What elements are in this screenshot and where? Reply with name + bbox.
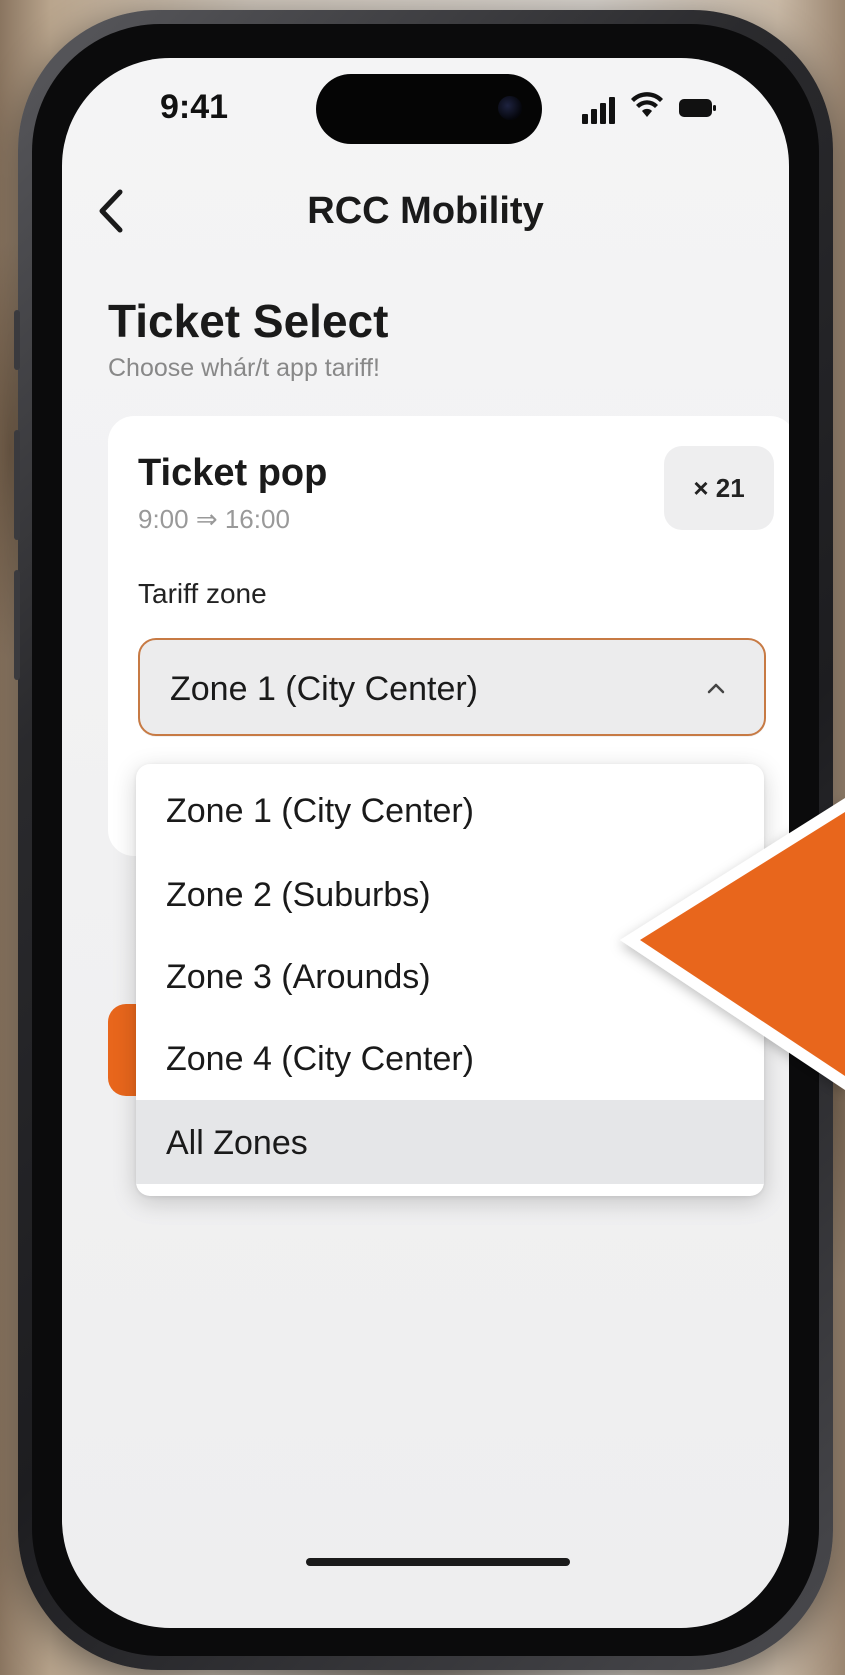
- quantity-badge[interactable]: × 21: [664, 446, 774, 530]
- ticket-name: Ticket pop: [138, 452, 328, 494]
- wifi-icon: [631, 92, 663, 117]
- home-indicator[interactable]: [306, 1558, 570, 1566]
- battery-icon: [679, 99, 716, 117]
- action-button: [14, 310, 20, 370]
- page-subtitle: Choose whár/t app tariff!: [108, 354, 380, 382]
- ticket-time-range: 9:00 ⇒ 16:00: [138, 504, 290, 534]
- page-title: Ticket Select: [108, 295, 389, 347]
- nav-bar: RCC Mobility: [62, 178, 789, 248]
- camera-icon: [498, 96, 522, 120]
- nav-title: RCC Mobility: [307, 190, 544, 232]
- status-time: 9:41: [160, 88, 229, 126]
- tariff-zone-select[interactable]: Zone 1 (City Center): [138, 638, 766, 736]
- status-icons: [582, 92, 732, 124]
- dynamic-island: [316, 74, 542, 144]
- tariff-zone-label: Tariff zone: [138, 578, 267, 609]
- volume-down-button: [14, 570, 20, 680]
- volume-up-button: [14, 430, 20, 540]
- orange-arrow-pointer-icon: [620, 798, 845, 1090]
- chevron-up-icon: [707, 683, 725, 694]
- tariff-zone-selected-value: Zone 1 (City Center): [170, 670, 478, 708]
